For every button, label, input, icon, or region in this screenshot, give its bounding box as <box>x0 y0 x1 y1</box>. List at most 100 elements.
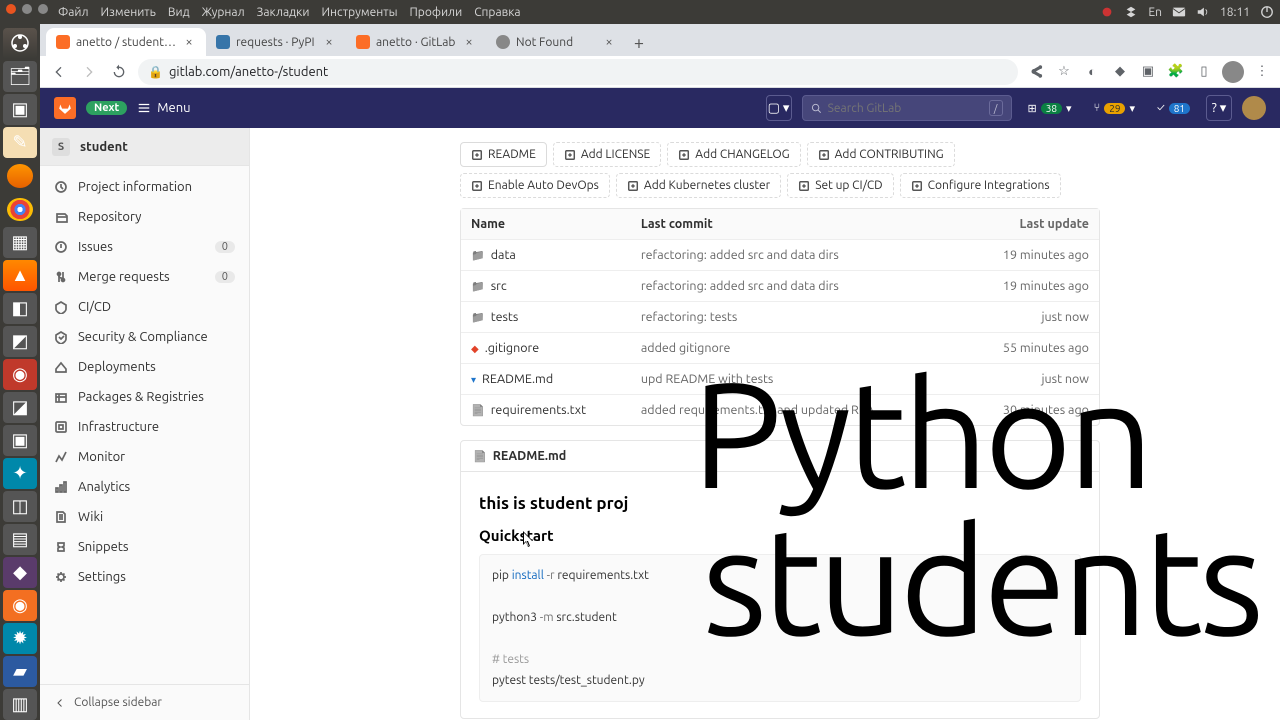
help-dropdown[interactable]: ? ▾ <box>1206 95 1232 121</box>
menu-button[interactable]: Menu <box>137 101 190 115</box>
next-badge[interactable]: Next <box>86 101 127 115</box>
reader-icon[interactable]: ▯ <box>1194 62 1214 82</box>
tab-gitlab-user[interactable]: anetto · GitLab × <box>346 28 486 56</box>
search-input[interactable] <box>828 102 983 115</box>
power-icon[interactable] <box>1260 5 1274 19</box>
action-button[interactable]: Add Kubernetes cluster <box>616 173 781 198</box>
action-button[interactable]: Add CONTRIBUTING <box>807 142 955 167</box>
readme-header[interactable]: README.md <box>461 441 1099 472</box>
extension-icon[interactable]: ◐ <box>1082 62 1102 82</box>
new-tab-button[interactable]: + <box>626 30 652 56</box>
action-button[interactable]: Add CHANGELOG <box>667 142 800 167</box>
search-box[interactable]: / <box>802 95 1012 121</box>
star-icon[interactable]: ☆ <box>1054 62 1074 82</box>
files-icon[interactable]: 🗂 <box>3 61 37 92</box>
readme-subtitle: Quickstart <box>479 527 1081 544</box>
mail-icon[interactable] <box>1172 5 1186 19</box>
sidebar-item[interactable]: Monitor <box>40 442 249 472</box>
col-update: Last update <box>966 209 1099 240</box>
close-icon[interactable]: × <box>462 35 476 49</box>
postman-icon[interactable]: ◉ <box>3 590 37 621</box>
app-icon[interactable]: ◉ <box>3 359 37 390</box>
virtualbox-icon[interactable]: ▣ <box>3 425 37 456</box>
collapse-sidebar[interactable]: Collapse sidebar <box>40 684 249 720</box>
share-icon[interactable] <box>1026 62 1046 82</box>
firefox-icon[interactable] <box>7 164 33 188</box>
quick-actions: READMEAdd LICENSEAdd CHANGELOG Add CONTRI… <box>460 142 1100 198</box>
action-button[interactable]: Set up CI/CD <box>787 173 893 198</box>
unity-launcher[interactable]: 🗂 ▣ ✎ ▦ ▲ ◧ ◩ ◉ ◪ ▣ ✦ ◫ ▤ ◆ ◉ ✹ ▰ ▥ <box>0 24 40 720</box>
action-button[interactable]: Add LICENSE <box>553 142 661 167</box>
forward-button[interactable] <box>78 61 100 83</box>
user-avatar[interactable] <box>1242 96 1266 120</box>
sidebar-item[interactable]: Issues0 <box>40 232 249 262</box>
close-icon[interactable]: × <box>602 35 616 49</box>
app-icon[interactable]: ◧ <box>3 293 37 324</box>
sidebar-item[interactable]: Project information <box>40 172 249 202</box>
system-tray[interactable]: En 18:11 <box>1100 5 1274 19</box>
clock[interactable]: 18:11 <box>1220 6 1250 19</box>
sidebar-item[interactable]: Snippets <box>40 532 249 562</box>
reload-button[interactable] <box>108 61 130 83</box>
tab-gitlab-student[interactable]: anetto / student · GitLab × <box>46 28 206 56</box>
issues-badge[interactable]: ⊞38▾ <box>1022 100 1078 117</box>
app-icon[interactable]: ◫ <box>3 491 37 522</box>
plus-dropdown[interactable]: ▢ ▾ <box>766 95 792 121</box>
sidebar-item[interactable]: Wiki <box>40 502 249 532</box>
table-row[interactable]: requirements.txtadded requirements.txt a… <box>461 395 1099 425</box>
table-row[interactable]: README.mdupd README with testsjust now <box>461 364 1099 395</box>
zoom-icon[interactable]: ▰ <box>3 656 37 687</box>
app-icon[interactable]: ▤ <box>3 524 37 555</box>
extensions-icon[interactable]: 🧩 <box>1166 62 1186 82</box>
extension-icon[interactable]: ▣ <box>1138 62 1158 82</box>
tab-pypi[interactable]: requests · PyPI × <box>206 28 346 56</box>
back-button[interactable] <box>48 61 70 83</box>
chrome-icon[interactable] <box>7 198 33 222</box>
sidebar-item[interactable]: Deployments <box>40 352 249 382</box>
sidebar-item[interactable]: Merge requests0 <box>40 262 249 292</box>
sidebar-item[interactable]: Infrastructure <box>40 412 249 442</box>
profile-avatar[interactable] <box>1222 61 1244 83</box>
extension-icon[interactable]: ◆ <box>1110 62 1130 82</box>
mrs-badge[interactable]: ⑂29▾ <box>1088 100 1141 117</box>
calculator-icon[interactable]: ▦ <box>3 227 37 258</box>
files-table: Name Last commit Last update datarefacto… <box>460 208 1100 426</box>
app-icon[interactable]: ✹ <box>3 623 37 654</box>
tab-notfound[interactable]: Not Found × <box>486 28 626 56</box>
table-row[interactable]: testsrefactoring: testsjust now <box>461 302 1099 333</box>
app-icon[interactable]: ▥ <box>3 689 37 720</box>
action-button[interactable]: Configure Integrations <box>900 173 1061 198</box>
dash-icon[interactable] <box>3 28 37 59</box>
app-icon[interactable]: ◩ <box>3 326 37 357</box>
terminal-icon[interactable]: ▣ <box>3 94 37 125</box>
table-row[interactable]: .gitignoreadded gitignore55 minutes ago <box>461 333 1099 364</box>
menu-icon[interactable]: ⋮ <box>1252 62 1272 82</box>
project-header[interactable]: S student <box>40 128 249 166</box>
close-icon[interactable]: × <box>182 35 196 49</box>
sidebar-item[interactable]: Analytics <box>40 472 249 502</box>
action-button[interactable]: README <box>460 142 547 167</box>
app-menubar[interactable]: ФайлИзменитьВидЖурналЗакладкиИнструменты… <box>58 6 533 19</box>
close-icon[interactable]: × <box>322 35 336 49</box>
sidebar-item[interactable]: Settings <box>40 562 249 592</box>
record-icon <box>1100 5 1114 19</box>
window-controls[interactable] <box>6 4 48 14</box>
app-icon[interactable]: ◆ <box>3 557 37 588</box>
todos-badge[interactable]: ✓81 <box>1151 100 1196 116</box>
sidebar-item[interactable]: Repository <box>40 202 249 232</box>
folder-icon <box>471 248 491 262</box>
app-icon[interactable]: ◪ <box>3 392 37 423</box>
app-icon[interactable]: ✦ <box>3 458 37 489</box>
table-row[interactable]: srcrefactoring: added src and data dirs1… <box>461 271 1099 302</box>
sidebar-item[interactable]: Security & Compliance <box>40 322 249 352</box>
language-indicator[interactable]: En <box>1148 6 1162 19</box>
sidebar-item[interactable]: Packages & Registries <box>40 382 249 412</box>
volume-icon[interactable] <box>1196 5 1210 19</box>
url-input[interactable]: 🔒 gitlab.com/anetto-/student <box>138 59 1018 85</box>
vlc-icon[interactable]: ▲ <box>3 260 37 291</box>
sidebar-item[interactable]: CI/CD <box>40 292 249 322</box>
table-row[interactable]: datarefactoring: added src and data dirs… <box>461 240 1099 271</box>
gitlab-logo-icon[interactable] <box>54 97 76 119</box>
notes-icon[interactable]: ✎ <box>3 127 37 158</box>
action-button[interactable]: Enable Auto DevOps <box>460 173 610 198</box>
